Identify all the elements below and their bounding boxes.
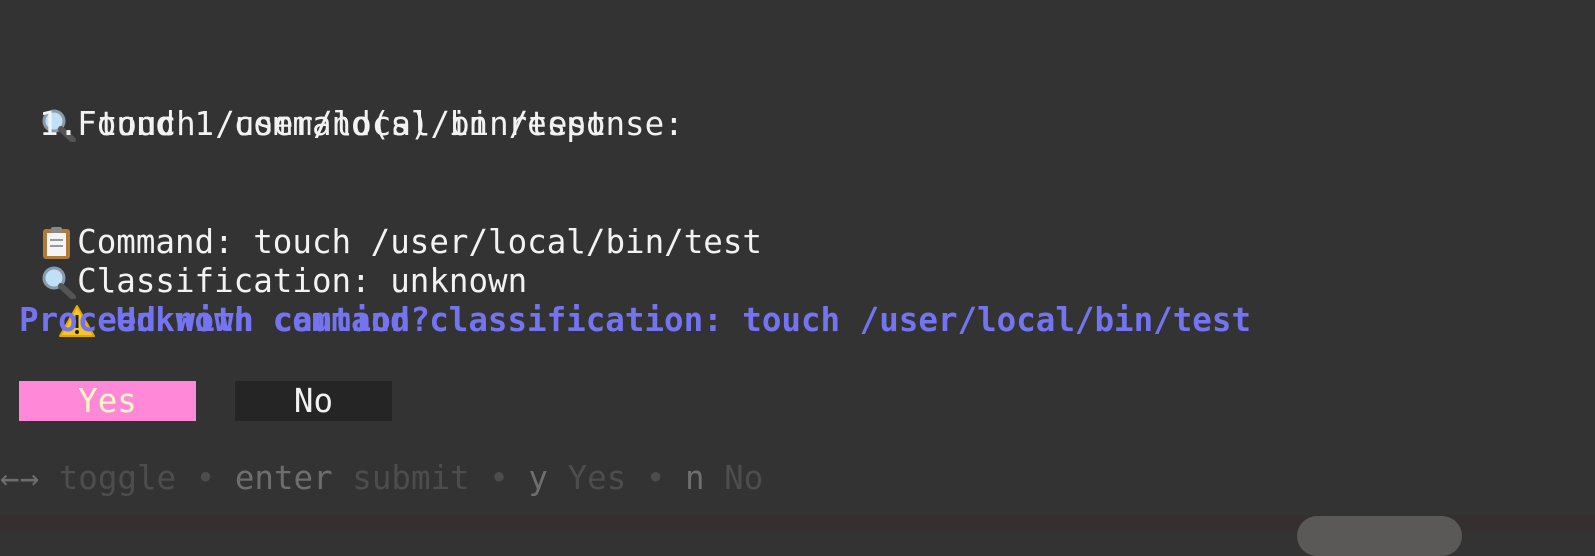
- no-button[interactable]: No: [235, 381, 392, 421]
- found-line: Found 1 command(s) in response:: [0, 66, 684, 143]
- command-list-item: 1. touch /user/local/bin/test: [0, 105, 607, 143]
- classification-line: Classification: unknown: [0, 223, 527, 300]
- command-line: Command: touch /user/local/bin/test: [0, 184, 762, 261]
- arrows-icon: ←→: [0, 459, 40, 497]
- warning-question: Proceed with caution?: [19, 301, 430, 339]
- yes-button[interactable]: Yes: [19, 381, 196, 421]
- help-bar: ←→ toggle • enter submit • y Yes • n No: [0, 459, 764, 497]
- warning-line: Unknown command classification: touch /u…: [19, 262, 1251, 339]
- bottom-pill: [1297, 516, 1462, 556]
